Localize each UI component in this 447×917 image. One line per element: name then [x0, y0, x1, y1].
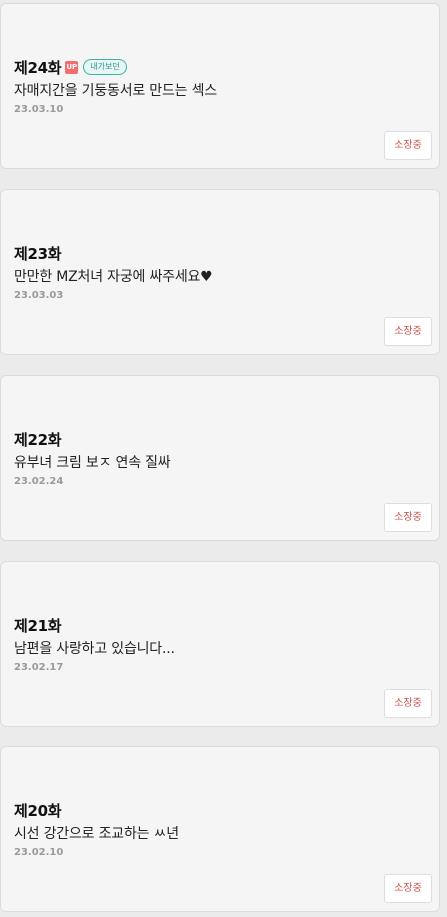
episode-card[interactable]: 제23화 만만한 MZ처녀 자궁에 싸주세요♥ 23.03.03 소장중	[0, 189, 440, 355]
episode-subtitle: 유부녀 크림 보ㅈ 연속 질싸	[14, 455, 171, 471]
episode-title: 제22화	[14, 430, 62, 449]
episode-date: 23.02.10	[14, 847, 64, 858]
episode-list: 제24화 UP 내가보던 자매지간을 기둥동서로 만드는 섹스 23.03.10…	[0, 0, 447, 917]
owned-button[interactable]: 소장중	[384, 317, 432, 346]
episode-title-row: 제20화	[14, 800, 62, 820]
episode-date: 23.03.03	[14, 290, 64, 301]
episode-title-row: 제22화	[14, 429, 62, 449]
episode-card[interactable]: 제20화 시선 강간으로 조교하는 ㅆ년 23.02.10 소장중	[0, 746, 440, 912]
owned-button[interactable]: 소장중	[384, 874, 432, 903]
episode-subtitle: 남편을 사랑하고 있습니다...	[14, 641, 175, 657]
episode-date: 23.02.24	[14, 476, 64, 487]
episode-subtitle: 자매지간을 기둥동서로 만드는 섹스	[14, 83, 217, 99]
episode-title: 제20화	[14, 801, 62, 820]
episode-title-row: 제23화	[14, 243, 62, 263]
episode-date: 23.03.10	[14, 104, 64, 115]
owned-button[interactable]: 소장중	[384, 503, 432, 532]
episode-subtitle: 시선 강간으로 조교하는 ㅆ년	[14, 826, 179, 842]
episode-card[interactable]: 제22화 유부녀 크림 보ㅈ 연속 질싸 23.02.24 소장중	[0, 375, 440, 541]
episode-title: 제23화	[14, 244, 62, 263]
episode-subtitle: 만만한 MZ처녀 자궁에 싸주세요♥	[14, 269, 213, 285]
episode-card[interactable]: 제24화 UP 내가보던 자매지간을 기둥동서로 만드는 섹스 23.03.10…	[0, 3, 440, 169]
owned-button[interactable]: 소장중	[384, 131, 432, 160]
owned-button[interactable]: 소장중	[384, 689, 432, 718]
episode-title-row: 제21화	[14, 615, 62, 635]
up-badge: UP	[65, 60, 79, 74]
episode-title: 제21화	[14, 616, 62, 635]
episode-card[interactable]: 제21화 남편을 사랑하고 있습니다... 23.02.17 소장중	[0, 561, 440, 727]
episode-title: 제24화	[14, 58, 62, 77]
last-read-tag: 내가보던	[83, 59, 127, 75]
episode-title-row: 제24화 UP 내가보던	[14, 57, 127, 77]
episode-date: 23.02.17	[14, 662, 64, 673]
